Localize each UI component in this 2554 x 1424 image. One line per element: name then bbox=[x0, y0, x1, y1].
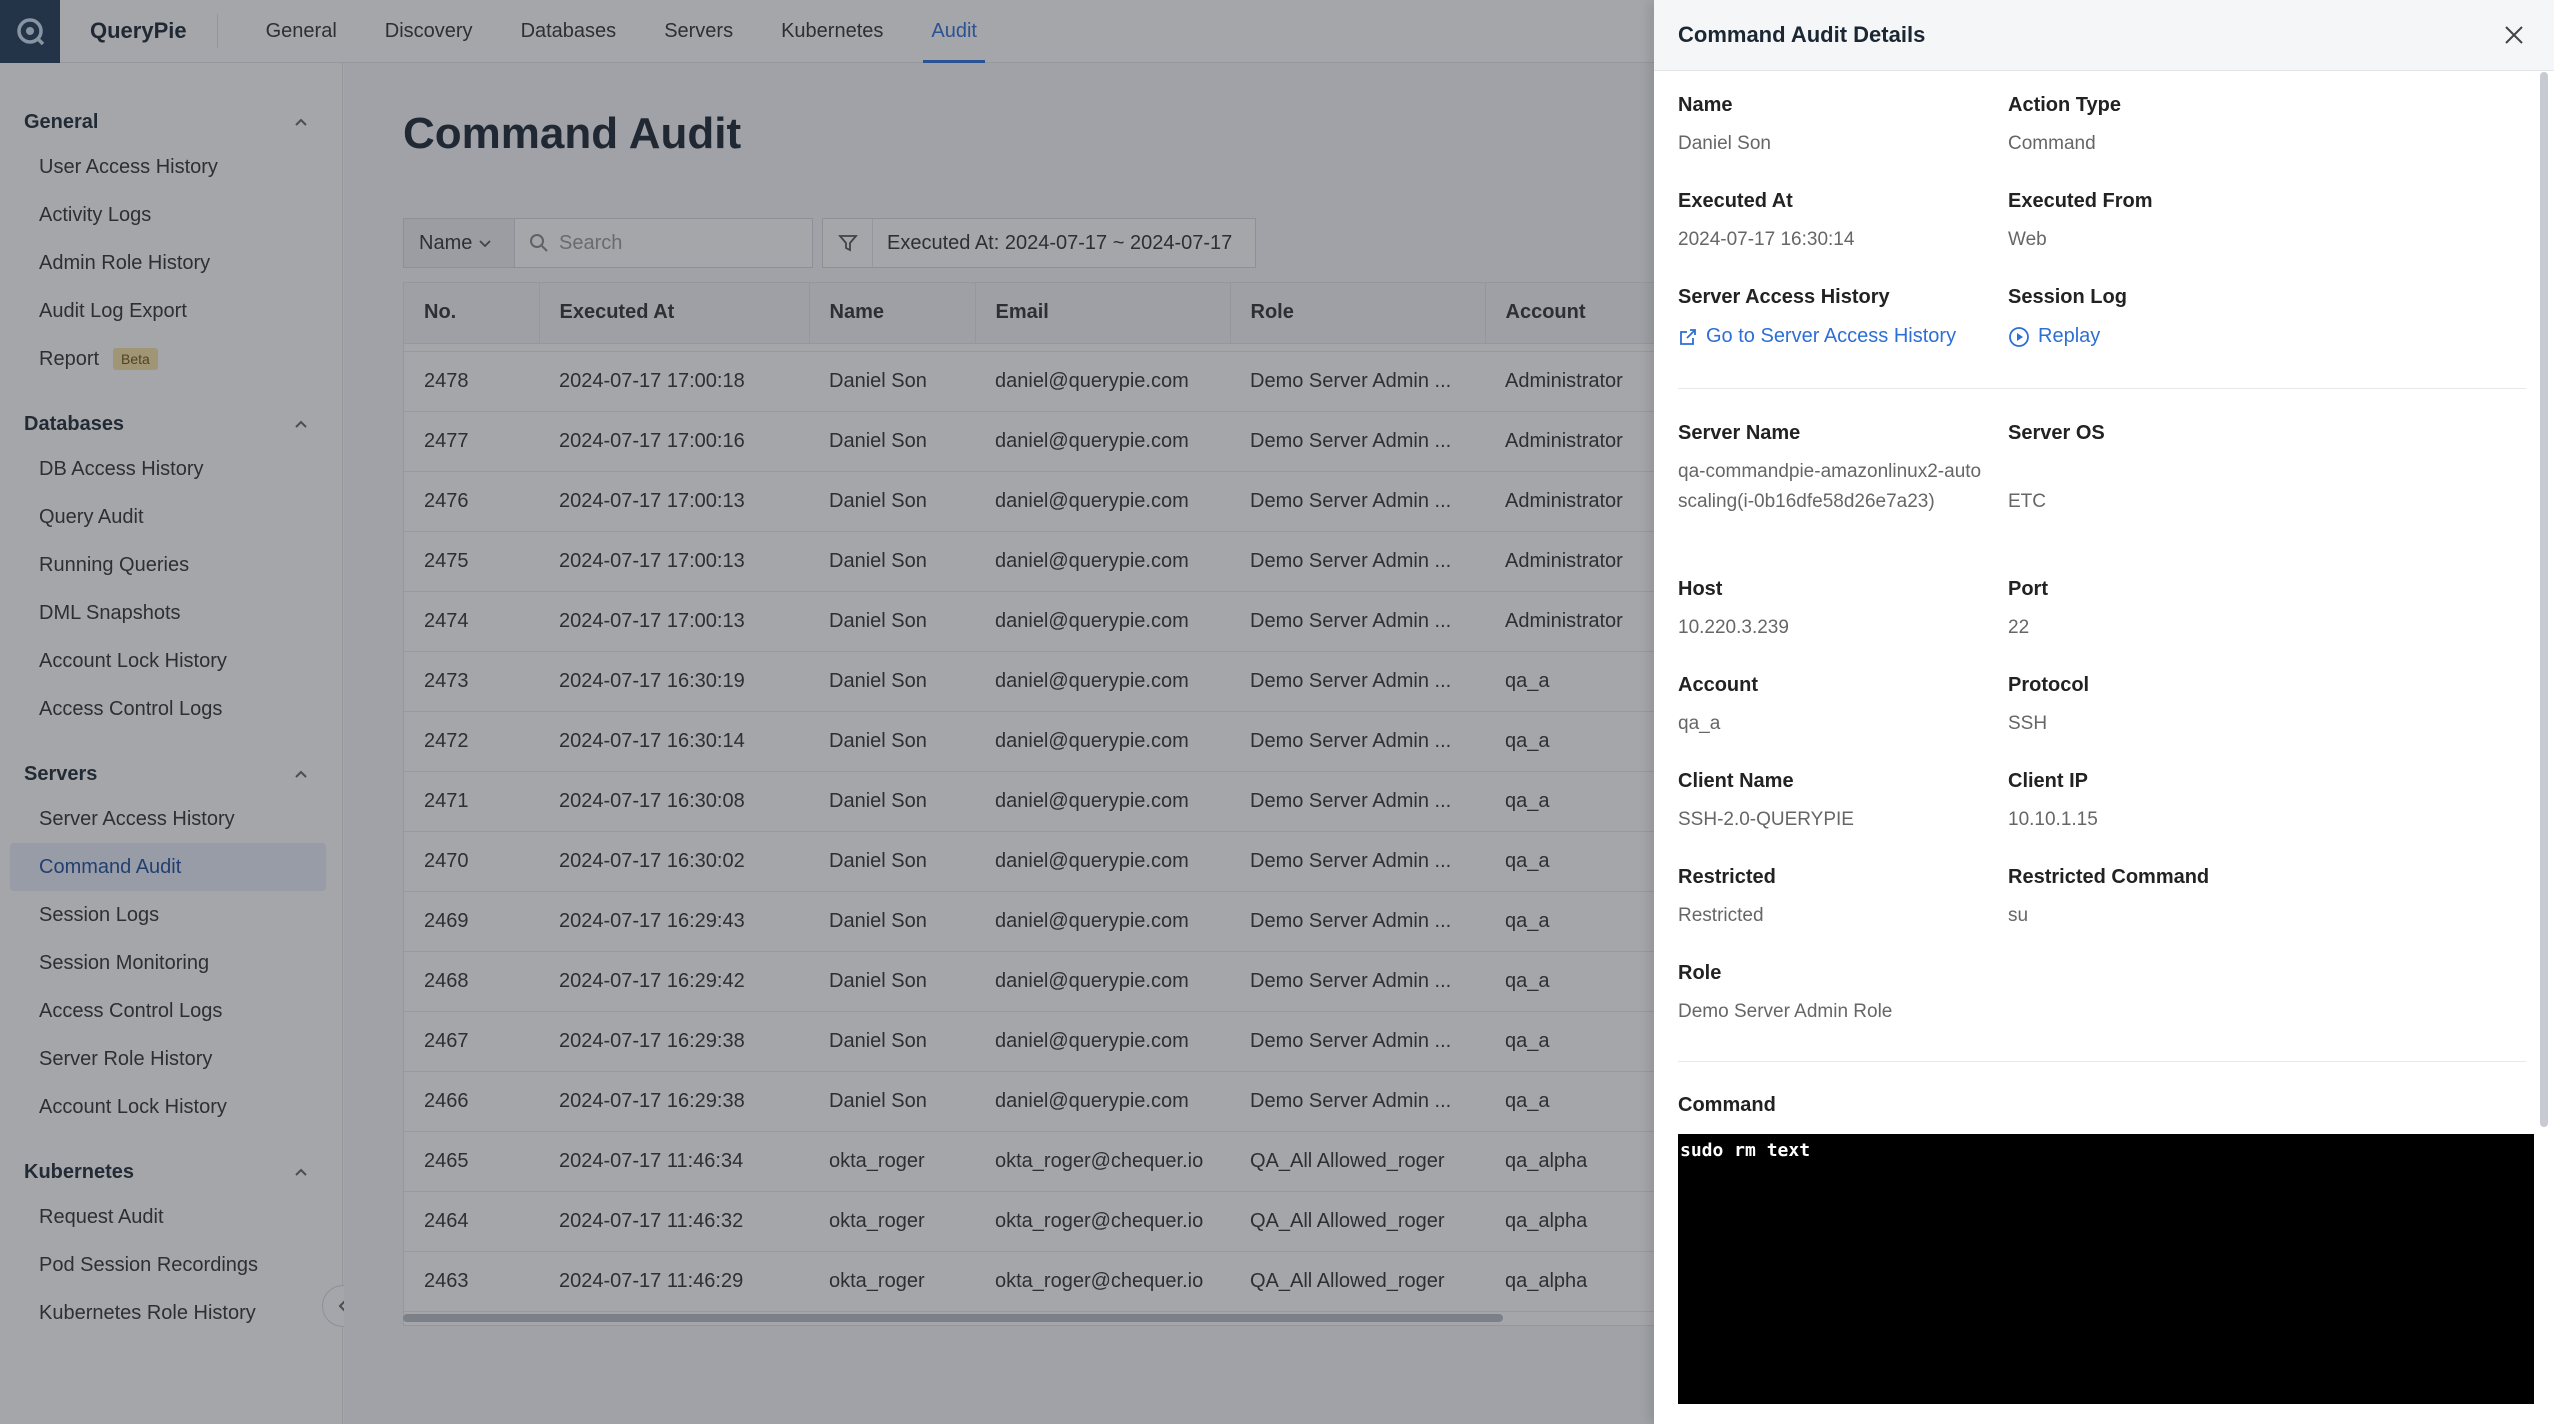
close-button[interactable] bbox=[2500, 21, 2528, 49]
field-account: Account qa_a bbox=[1678, 674, 1758, 739]
field-value: 22 bbox=[2008, 617, 2030, 638]
field-value: ETC bbox=[2008, 491, 2046, 512]
link-text: Go to Server Access History bbox=[1706, 325, 1957, 347]
field-port: Port 22 bbox=[2008, 578, 2048, 643]
field-action-type: Action Type Command bbox=[2008, 94, 2121, 159]
field-value: qa-commandpie-amazonlinux2-autoscaling(i… bbox=[1678, 461, 1982, 512]
command-text: sudo rm text bbox=[1680, 1140, 1811, 1161]
field-value: 10.220.3.239 bbox=[1678, 617, 1789, 638]
field-client-ip: Client IP 10.10.1.15 bbox=[2008, 770, 2098, 835]
play-circle-icon bbox=[2009, 326, 2029, 347]
field-value: su bbox=[2008, 905, 2029, 926]
close-icon bbox=[2505, 26, 2523, 44]
field-value: Command bbox=[2008, 133, 2096, 154]
field-protocol: Protocol SSH bbox=[2008, 674, 2089, 739]
field-host: Host 10.220.3.239 bbox=[1678, 578, 1789, 643]
external-link-icon bbox=[1680, 328, 1696, 345]
field-value: Web bbox=[2008, 229, 2047, 250]
field-executed-at: Executed At 2024-07-17 16:30:14 bbox=[1678, 190, 1854, 255]
field-label: Name bbox=[1678, 94, 1733, 116]
field-label: Restricted Command bbox=[2008, 866, 2210, 888]
field-label: Command bbox=[1678, 1094, 1776, 1116]
field-label: Server Access History bbox=[1678, 286, 1890, 308]
modal-overlay[interactable] bbox=[0, 0, 1654, 1424]
field-label: Role bbox=[1678, 962, 1722, 984]
field-command: Command bbox=[1678, 1094, 1776, 1117]
command-terminal[interactable]: sudo rm text bbox=[1678, 1134, 2534, 1404]
field-value: Daniel Son bbox=[1678, 133, 1771, 154]
field-role: Role Demo Server Admin Role bbox=[1678, 962, 1892, 1027]
field-label: Client IP bbox=[2008, 770, 2089, 792]
replay-link[interactable]: Replay bbox=[2008, 325, 2127, 348]
drawer-scrollbar[interactable] bbox=[2540, 72, 2548, 1127]
field-server-access-history: Server Access History Go to Server Acces… bbox=[1678, 286, 1956, 348]
field-value: Restricted bbox=[1678, 905, 1764, 926]
field-label: Restricted bbox=[1678, 866, 1776, 888]
field-value: SSH-2.0-QUERYPIE bbox=[1678, 809, 1854, 830]
field-label: Server Name bbox=[1678, 422, 1801, 444]
field-client-name: Client Name SSH-2.0-QUERYPIE bbox=[1678, 770, 1854, 835]
field-label: Host bbox=[1678, 578, 1723, 600]
server-access-history-link[interactable]: Go to Server Access History bbox=[1678, 325, 1956, 348]
field-value: 2024-07-17 16:30:14 bbox=[1678, 229, 1855, 250]
field-value: qa_a bbox=[1678, 713, 1721, 734]
field-server-os: Server OS ETC bbox=[2008, 422, 2105, 517]
link-text: Replay bbox=[2038, 325, 2101, 347]
field-label: Server OS bbox=[2008, 422, 2105, 444]
field-label: Account bbox=[1678, 674, 1758, 696]
field-label: Session Log bbox=[2008, 286, 2127, 308]
field-label: Protocol bbox=[2008, 674, 2090, 696]
field-label: Executed From bbox=[2008, 190, 2153, 212]
drawer-header: Command Audit Details bbox=[1654, 0, 2554, 71]
field-server-name: Server Name qa-commandpie-amazonlinux2-a… bbox=[1678, 422, 1988, 517]
field-label: Executed At bbox=[1678, 190, 1793, 212]
field-value: 10.10.1.15 bbox=[2008, 809, 2098, 830]
drawer-title: Command Audit Details bbox=[1678, 22, 1926, 47]
section-divider bbox=[1678, 388, 2526, 389]
field-label: Client Name bbox=[1678, 770, 1794, 792]
field-value: Demo Server Admin Role bbox=[1678, 1001, 1893, 1022]
field-label: Action Type bbox=[2008, 94, 2121, 116]
details-drawer: Command Audit Details Name Daniel Son Ac… bbox=[1654, 0, 2554, 1424]
field-session-log: Session Log Replay bbox=[2008, 286, 2127, 348]
field-name: Name Daniel Son bbox=[1678, 94, 1771, 159]
field-executed-from: Executed From Web bbox=[2008, 190, 2152, 255]
field-value: SSH bbox=[2008, 713, 2048, 734]
field-restricted-command: Restricted Command su bbox=[2008, 866, 2209, 931]
section-divider bbox=[1678, 1061, 2526, 1062]
field-label: Port bbox=[2008, 578, 2048, 600]
field-restricted: Restricted Restricted bbox=[1678, 866, 1776, 931]
